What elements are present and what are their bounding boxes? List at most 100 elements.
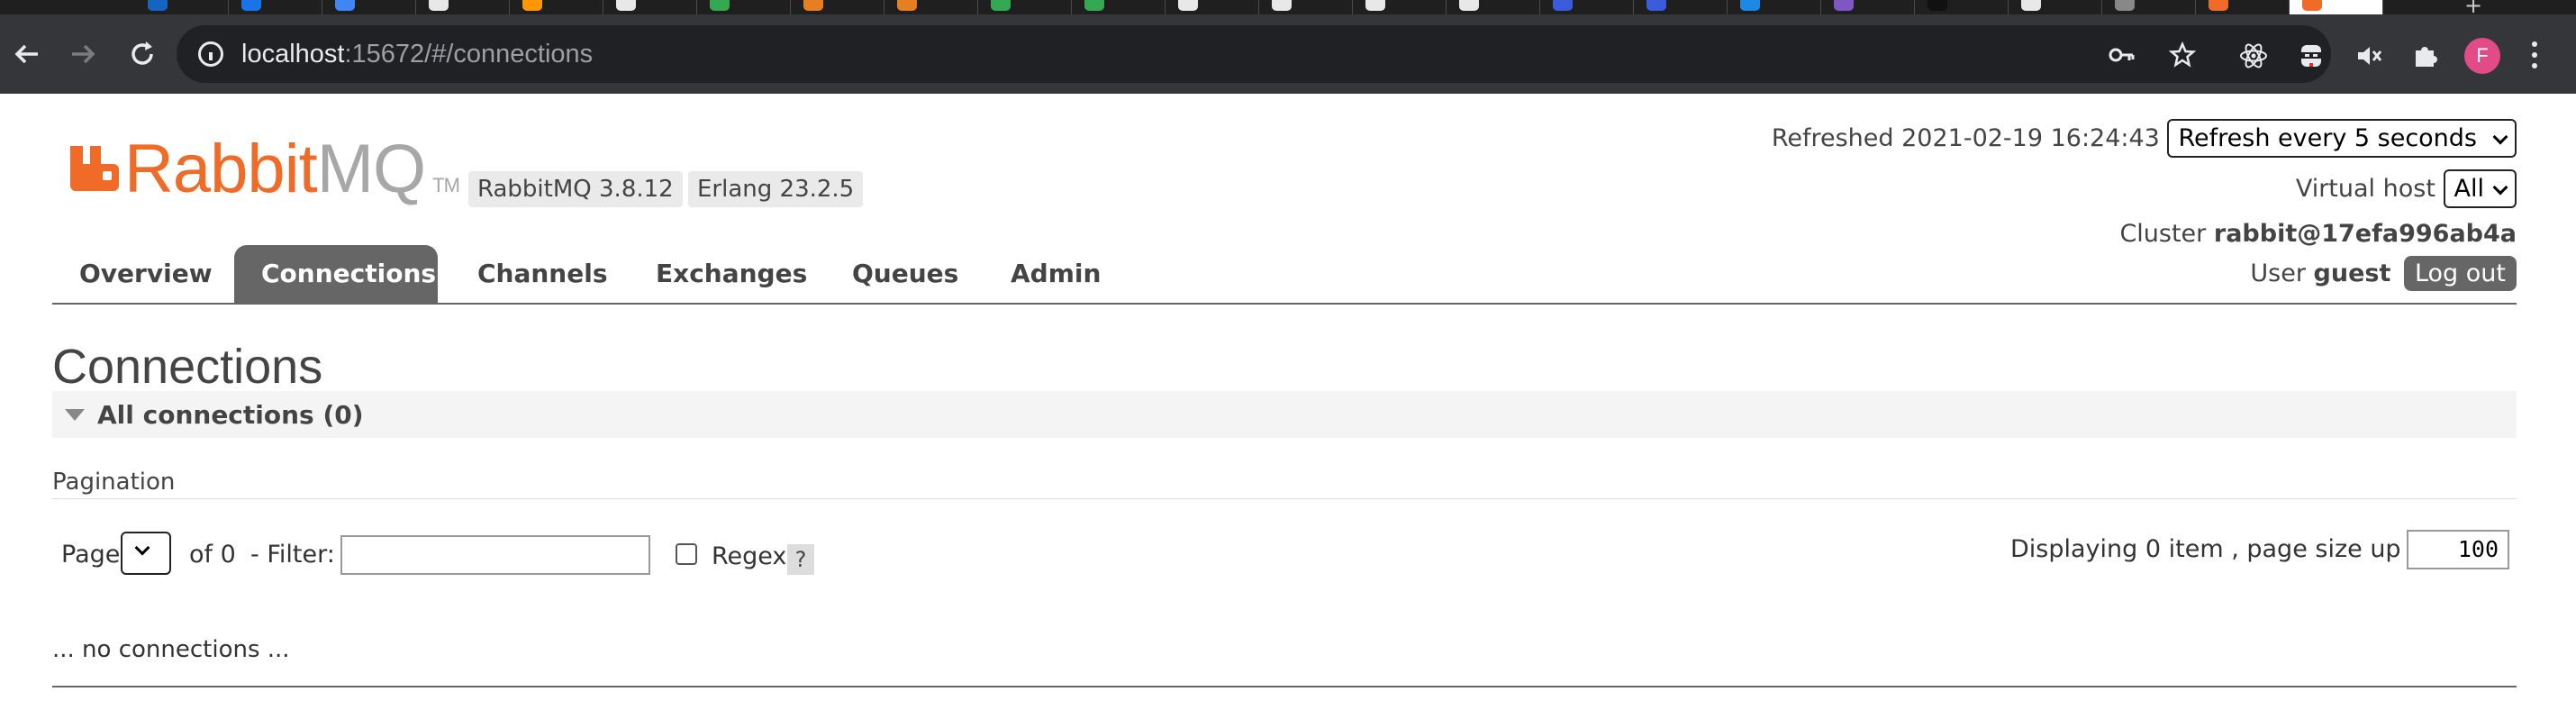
browser-tab[interactable] — [2290, 0, 2383, 14]
vhost-label: Virtual host — [2295, 175, 2435, 203]
tab-admin[interactable]: Admin — [984, 245, 1128, 303]
tab-exchanges[interactable]: Exchanges — [629, 245, 834, 303]
regex-checkbox[interactable] — [676, 543, 697, 565]
browser-tab[interactable] — [1447, 0, 1540, 14]
browser-tab[interactable] — [978, 0, 1072, 14]
refresh-interval-select[interactable]: Refresh every 5 seconds — [2167, 119, 2517, 158]
tab-favicon-icon — [1834, 0, 1854, 11]
tab-favicon-icon — [1646, 0, 1666, 11]
browser-tab[interactable] — [322, 0, 416, 14]
page-select[interactable] — [121, 532, 171, 575]
tab-favicon-icon — [1178, 0, 1198, 11]
browser-tab[interactable] — [135, 0, 229, 14]
browser-tab[interactable] — [1915, 0, 2009, 14]
tab-favicon-icon — [803, 0, 823, 11]
tab-favicon-icon — [2209, 0, 2228, 11]
forward-arrow-icon[interactable] — [63, 34, 103, 74]
browser-tab[interactable] — [416, 0, 510, 14]
browser-tab[interactable] — [2196, 0, 2290, 14]
tab-favicon-icon — [616, 0, 636, 11]
cluster-name: rabbit@17efa996ab4a — [2213, 220, 2517, 248]
refresh-select-value: Refresh every 5 seconds — [2178, 124, 2477, 152]
browser-tab[interactable] — [1259, 0, 1353, 14]
kebab-icon[interactable] — [2531, 41, 2538, 70]
browser-tab[interactable] — [1540, 0, 1634, 14]
browser-tab[interactable] — [1634, 0, 1728, 14]
browser-tab[interactable] — [884, 0, 978, 14]
rabbitmq-version-badge: RabbitMQ 3.8.12 — [468, 171, 683, 207]
reload-icon[interactable] — [122, 34, 162, 74]
filter-input[interactable] — [340, 535, 650, 575]
browser-tab[interactable] — [2102, 0, 2196, 14]
browser-tab[interactable] — [697, 0, 791, 14]
mute-icon[interactable] — [2354, 41, 2383, 70]
url-text[interactable]: localhost:15672/#/connections — [241, 40, 593, 69]
tab-queues[interactable]: Queues — [825, 245, 985, 303]
nav-divider — [52, 303, 2517, 305]
browser-tab[interactable] — [229, 0, 322, 14]
chevron-down-icon — [2492, 179, 2508, 196]
refresh-row: Refreshed 2021-02-19 16:24:43 Refresh ev… — [1772, 119, 2517, 158]
tab-favicon-icon — [1740, 0, 1760, 11]
chevron-down-icon — [2492, 129, 2508, 145]
browser-tab[interactable] — [1353, 0, 1447, 14]
display-info: Displaying 0 item , page size up to: — [2010, 535, 2442, 563]
chevron-down-icon — [134, 540, 150, 556]
empty-state-text: ... no connections ... — [52, 636, 290, 663]
logout-button[interactable]: Log out — [2403, 256, 2517, 291]
react-icon[interactable] — [2239, 41, 2268, 70]
tab-favicon-icon — [241, 0, 261, 11]
logo-wordmark: RabbitMQ TM — [124, 131, 460, 207]
bottom-divider — [52, 686, 2517, 687]
page-size-input[interactable]: 100 — [2407, 530, 2509, 569]
section-label: All connections (0) — [97, 400, 364, 430]
info-icon[interactable] — [198, 41, 223, 67]
pagination-divider — [52, 498, 2517, 499]
user-name: guest — [2313, 259, 2391, 287]
back-arrow-icon[interactable] — [7, 34, 47, 74]
tab-overview[interactable]: Overview — [52, 245, 240, 303]
browser-tab[interactable] — [1166, 0, 1259, 14]
tab-favicon-icon — [2021, 0, 2041, 11]
page-label: Page — [61, 541, 121, 569]
vhost-select[interactable]: All — [2443, 169, 2517, 208]
tab-favicon-icon — [2302, 0, 2322, 11]
tab-channels[interactable]: Channels — [450, 245, 635, 303]
browser-tab[interactable] — [1072, 0, 1166, 14]
cluster-row: Cluster rabbit@17efa996ab4a — [2119, 220, 2517, 248]
browser-tab[interactable] — [510, 0, 603, 14]
browser-tab[interactable] — [2009, 0, 2102, 14]
page-count: of 0 — [189, 541, 236, 569]
tab-favicon-icon — [991, 0, 1011, 11]
tab-connections[interactable]: Connections — [234, 245, 438, 303]
profile-avatar[interactable]: F — [2464, 38, 2500, 74]
page-title: Connections — [52, 340, 323, 394]
cluster-label: Cluster — [2119, 220, 2207, 248]
browser-tab[interactable] — [603, 0, 697, 14]
rabbit-logo-icon — [70, 146, 119, 191]
tab-favicon-icon — [710, 0, 730, 11]
regex-help-button[interactable]: ? — [787, 544, 814, 575]
tab-favicon-icon — [1365, 0, 1385, 11]
refreshed-timestamp: Refreshed 2021-02-19 16:24:43 — [1771, 124, 2160, 152]
filter-label: - Filter: — [250, 541, 335, 569]
tab-favicon-icon — [1553, 0, 1573, 11]
tab-favicon-icon — [335, 0, 355, 11]
vhost-row: Virtual host All — [2296, 169, 2517, 208]
browser-tab[interactable] — [1821, 0, 1915, 14]
user-label: User — [2250, 259, 2306, 287]
all-connections-section-toggle[interactable]: All connections (0) — [52, 391, 2517, 438]
browser-toolbar: localhost:15672/#/connections F — [0, 14, 2576, 94]
key-icon[interactable] — [2108, 41, 2135, 68]
browser-tab[interactable] — [1728, 0, 1821, 14]
tab-favicon-icon — [1272, 0, 1292, 11]
address-bar[interactable]: localhost:15672/#/connections — [177, 25, 2331, 83]
new-tab-icon[interactable]: + — [2464, 0, 2482, 14]
browser-tab-strip: + — [0, 0, 2576, 14]
ninja-icon[interactable] — [2297, 41, 2326, 70]
tab-favicon-icon — [1927, 0, 1947, 11]
puzzle-icon[interactable] — [2410, 41, 2439, 70]
erlang-version-badge: Erlang 23.2.5 — [688, 171, 864, 207]
star-icon[interactable] — [2169, 41, 2196, 68]
browser-tab[interactable] — [791, 0, 884, 14]
